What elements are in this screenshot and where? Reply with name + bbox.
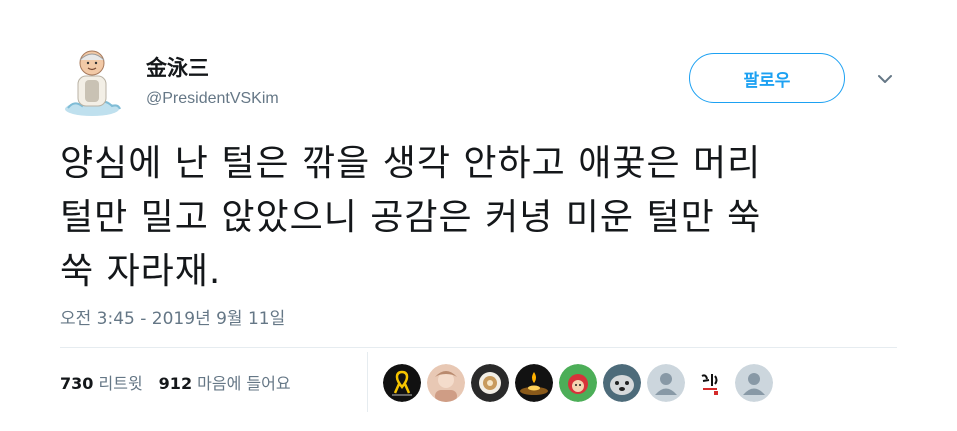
candle-light-avatar[interactable]: [515, 364, 553, 402]
tweet-line: 쑥 자라재.: [60, 251, 222, 292]
black-yellow-ribbon-avatar[interactable]: [383, 364, 421, 402]
tweet-line: 양심에 난 털은 깎을 생각 안하고 애꿎은 머리: [60, 143, 762, 184]
retweets-label: 리트윗: [98, 374, 143, 393]
tweet-text: 양심에 난 털은 깎을 생각 안하고 애꿎은 머리 털만 밀고 앉았으니 공감은…: [60, 137, 920, 299]
portrait-photo-avatar[interactable]: [427, 364, 465, 402]
divider: [60, 347, 897, 348]
follow-button[interactable]: 팔로우: [689, 53, 845, 103]
dog-photo-avatar[interactable]: [603, 364, 641, 402]
default-user-avatar[interactable]: [647, 364, 685, 402]
stats-separator: [367, 352, 368, 412]
retweets-stat[interactable]: 730 리트윗: [60, 374, 143, 393]
tweet-stats: 730 리트윗 912 마음에 들어요: [60, 370, 291, 394]
author-handle[interactable]: @PresidentVSKim: [146, 90, 279, 108]
cartoon-character-avatar[interactable]: [559, 364, 597, 402]
likes-stat[interactable]: 912 마음에 들어요: [159, 374, 291, 393]
chevron-down-icon[interactable]: [876, 70, 894, 88]
author-avatar[interactable]: [62, 46, 124, 118]
author-name[interactable]: 金泳三: [146, 52, 209, 82]
likes-count: 912: [158, 374, 193, 393]
tweet-timestamp[interactable]: 오전 3:45 - 2019년 9월 11일: [60, 304, 285, 329]
retweets-count: 730: [60, 374, 94, 393]
liker-avatars: [383, 364, 773, 402]
default-user-avatar[interactable]: [735, 364, 773, 402]
likes-label: 마음에 들어요: [197, 374, 291, 393]
calligraphy-avatar[interactable]: [691, 364, 729, 402]
coffee-cup-avatar[interactable]: [471, 364, 509, 402]
tweet-line: 털만 밀고 앉았으니 공감은 커녕 미운 털만 쑥: [60, 197, 762, 238]
